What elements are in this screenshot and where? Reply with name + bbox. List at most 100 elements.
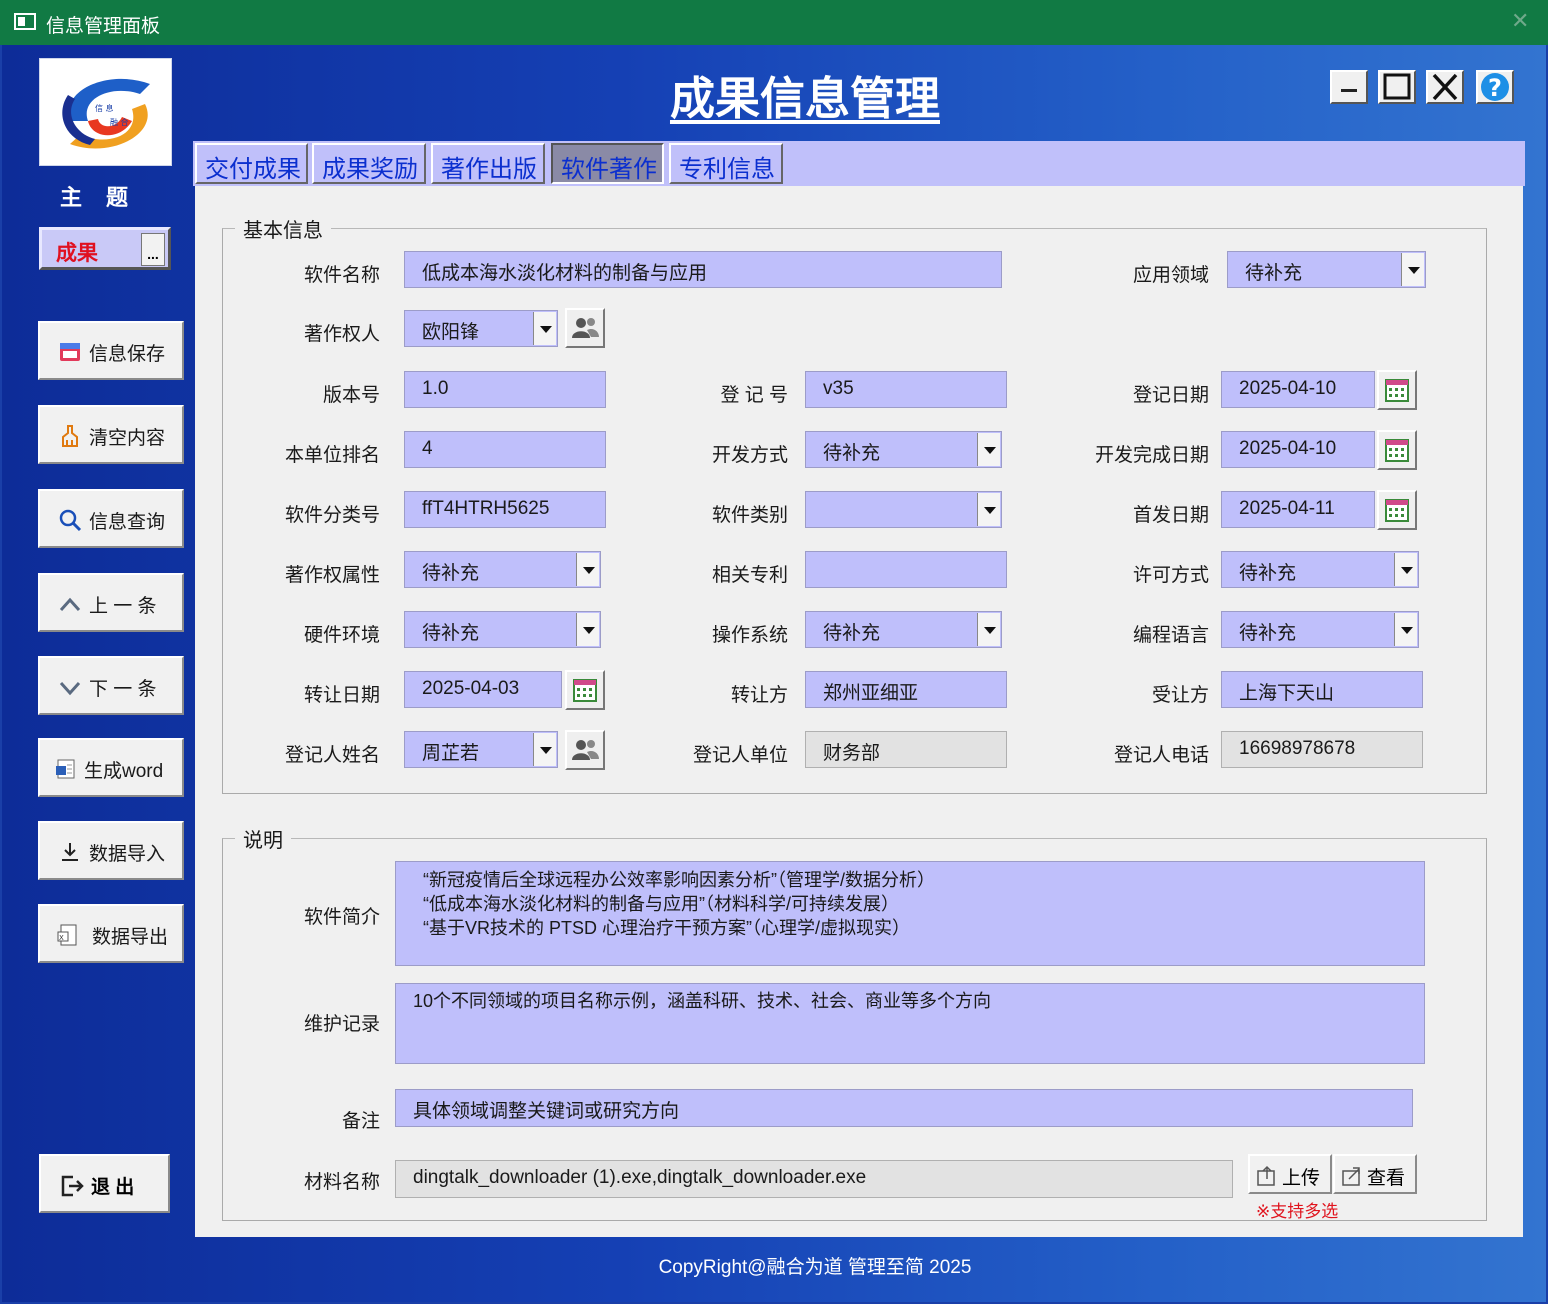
reg-date-calendar-button[interactable] bbox=[1377, 370, 1417, 410]
os-dropdown-icon[interactable] bbox=[977, 613, 1000, 646]
window-close-icon[interactable]: ✕ bbox=[1511, 8, 1529, 34]
tab-software-copyright[interactable]: 软件著作 bbox=[551, 143, 664, 184]
minimize-button[interactable] bbox=[1330, 70, 1368, 104]
hardware-label: 硬件环境 bbox=[303, 625, 380, 646]
page-title: 成果信息管理 bbox=[669, 73, 940, 124]
maint-textarea[interactable]: 10个不同领域的项目名称示例，涵盖科研、技术、社会、商业等多个方向 bbox=[395, 983, 1425, 1064]
import-label: 数据导入 bbox=[89, 844, 166, 865]
registrant-picker-button[interactable] bbox=[565, 730, 605, 770]
first-release-field[interactable]: 2025-04-11 bbox=[1221, 491, 1375, 528]
svg-text:融 合: 融 合 bbox=[110, 117, 129, 127]
hardware-value: 待补充 bbox=[422, 623, 480, 644]
import-icon bbox=[62, 843, 78, 861]
dev-method-label: 开发方式 bbox=[711, 445, 788, 466]
lang-select[interactable]: 待补充 bbox=[1221, 611, 1419, 648]
reg-no-field[interactable]: v35 bbox=[805, 371, 1007, 408]
copyright-owner-value: 欧阳锋 bbox=[422, 322, 480, 343]
intro-line: “基于VR技术的 PTSD 心理治疗干预方案”（心理学/虚拟现实） bbox=[423, 918, 910, 938]
users-icon bbox=[572, 740, 599, 760]
upload-button[interactable]: 上传 bbox=[1248, 1154, 1332, 1194]
basic-info-legend: 基本信息 bbox=[243, 220, 323, 242]
generate-word-button[interactable]: 生成word bbox=[38, 738, 184, 797]
footer-copyright: CopyRight@融合为道 管理至简 2025 bbox=[658, 1257, 972, 1278]
hardware-dropdown-icon[interactable] bbox=[576, 613, 599, 646]
related-patent-field[interactable] bbox=[805, 551, 1007, 588]
copyright-owner-picker-button[interactable] bbox=[565, 308, 605, 348]
prev-record-label: 上 一 条 bbox=[89, 596, 157, 617]
lang-value: 待补充 bbox=[1239, 623, 1297, 644]
os-select[interactable]: 待补充 bbox=[805, 611, 1002, 648]
transferee-label: 受让方 bbox=[1151, 685, 1209, 706]
intro-line: “新冠疫情后全球远程办公效率影响因素分析”（管理学/数据分析） bbox=[423, 870, 935, 890]
intro-label: 软件简介 bbox=[303, 907, 380, 928]
transfer-date-field[interactable]: 2025-04-03 bbox=[404, 671, 562, 708]
version-field[interactable]: 1.0 bbox=[404, 371, 606, 408]
class-no-field[interactable]: ffT4HTRH5625 bbox=[404, 491, 606, 528]
save-icon bbox=[60, 343, 80, 361]
theme-selector[interactable]: 成果 ... bbox=[39, 227, 171, 270]
theme-label: 主题 bbox=[60, 185, 153, 210]
hardware-select[interactable]: 待补充 bbox=[404, 611, 601, 648]
dev-done-date-label: 开发完成日期 bbox=[1094, 445, 1209, 466]
cr-attr-select[interactable]: 待补充 bbox=[404, 551, 601, 588]
transferee-field[interactable]: 上海下天山 bbox=[1221, 671, 1423, 708]
reg-date-label: 登记日期 bbox=[1132, 385, 1209, 406]
dev-done-date-calendar-button[interactable] bbox=[1377, 430, 1417, 470]
copyright-owner-dropdown-icon[interactable] bbox=[533, 312, 556, 345]
unit-rank-field[interactable]: 4 bbox=[404, 431, 606, 468]
svg-text:信 息: 信 息 bbox=[95, 103, 114, 113]
tab-result-awards[interactable]: 成果奖励 bbox=[312, 143, 426, 184]
view-button[interactable]: 查看 bbox=[1333, 1154, 1417, 1194]
exit-button[interactable]: 退 出 bbox=[39, 1154, 170, 1213]
cr-attr-dropdown-icon[interactable] bbox=[576, 553, 599, 586]
export-icon: X bbox=[57, 924, 77, 946]
lang-label: 编程语言 bbox=[1132, 625, 1209, 646]
remark-field[interactable]: 具体领域调整关键词或研究方向 bbox=[395, 1089, 1413, 1127]
calendar-icon bbox=[1385, 439, 1409, 462]
save-button[interactable]: 信息保存 bbox=[38, 321, 184, 380]
help-button[interactable]: ? bbox=[1476, 70, 1514, 104]
close-button[interactable] bbox=[1426, 70, 1464, 104]
software-name-field[interactable]: 低成本海水淡化材料的制备与应用 bbox=[404, 251, 1002, 288]
upload-icon bbox=[1257, 1165, 1275, 1186]
registrant-select[interactable]: 周芷若 bbox=[404, 731, 558, 768]
copyright-owner-select[interactable]: 欧阳锋 bbox=[404, 310, 558, 347]
save-label: 信息保存 bbox=[89, 344, 166, 365]
material-field: dingtalk_downloader (1).exe,dingtalk_dow… bbox=[395, 1160, 1233, 1198]
related-patent-label: 相关专利 bbox=[711, 565, 788, 586]
prev-record-button[interactable]: 上 一 条 bbox=[38, 573, 184, 632]
transferor-field[interactable]: 郑州亚细亚 bbox=[805, 671, 1007, 708]
tab-publications[interactable]: 著作出版 bbox=[431, 143, 545, 184]
users-icon bbox=[572, 318, 599, 338]
logo-graphic: 信 息 融 合 bbox=[62, 78, 150, 149]
import-button[interactable]: 数据导入 bbox=[38, 821, 184, 880]
dev-method-select[interactable]: 待补充 bbox=[805, 431, 1002, 468]
reg-unit-field: 财务部 bbox=[805, 731, 1007, 768]
intro-line: “低成本海水淡化材料的制备与应用”（材料科学/可持续发展） bbox=[423, 894, 899, 914]
transfer-date-calendar-button[interactable] bbox=[565, 670, 605, 710]
license-select[interactable]: 待补充 bbox=[1221, 551, 1419, 588]
sw-category-select[interactable] bbox=[805, 491, 1002, 528]
dev-method-dropdown-icon[interactable] bbox=[977, 433, 1000, 466]
maximize-button[interactable] bbox=[1378, 70, 1416, 104]
registrant-dropdown-icon[interactable] bbox=[533, 733, 556, 766]
theme-more-button[interactable]: ... bbox=[141, 233, 165, 266]
lang-dropdown-icon[interactable] bbox=[1394, 613, 1417, 646]
first-release-calendar-button[interactable] bbox=[1377, 490, 1417, 530]
tab-delivered-results[interactable]: 交付成果 bbox=[195, 143, 308, 184]
sw-category-dropdown-icon[interactable] bbox=[977, 493, 1000, 526]
unit-rank-label: 本单位排名 bbox=[284, 445, 380, 466]
dev-method-value: 待补充 bbox=[823, 443, 881, 464]
clear-button[interactable]: 清空内容 bbox=[38, 405, 184, 464]
next-record-button[interactable]: 下 一 条 bbox=[38, 656, 184, 715]
reg-date-field[interactable]: 2025-04-10 bbox=[1221, 371, 1375, 408]
intro-textarea[interactable]: “新冠疫情后全球远程办公效率影响因素分析”（管理学/数据分析） “低成本海水淡化… bbox=[395, 861, 1425, 966]
app-field-label: 应用领域 bbox=[1132, 265, 1209, 286]
dev-done-date-field[interactable]: 2025-04-10 bbox=[1221, 431, 1375, 468]
export-button[interactable]: X 数据导出 bbox=[38, 904, 184, 963]
app-field-select[interactable]: 待补充 bbox=[1227, 251, 1426, 288]
license-dropdown-icon[interactable] bbox=[1394, 553, 1417, 586]
query-button[interactable]: 信息查询 bbox=[38, 489, 184, 548]
app-field-dropdown-icon[interactable] bbox=[1401, 253, 1424, 286]
tab-patent-info[interactable]: 专利信息 bbox=[669, 143, 783, 184]
